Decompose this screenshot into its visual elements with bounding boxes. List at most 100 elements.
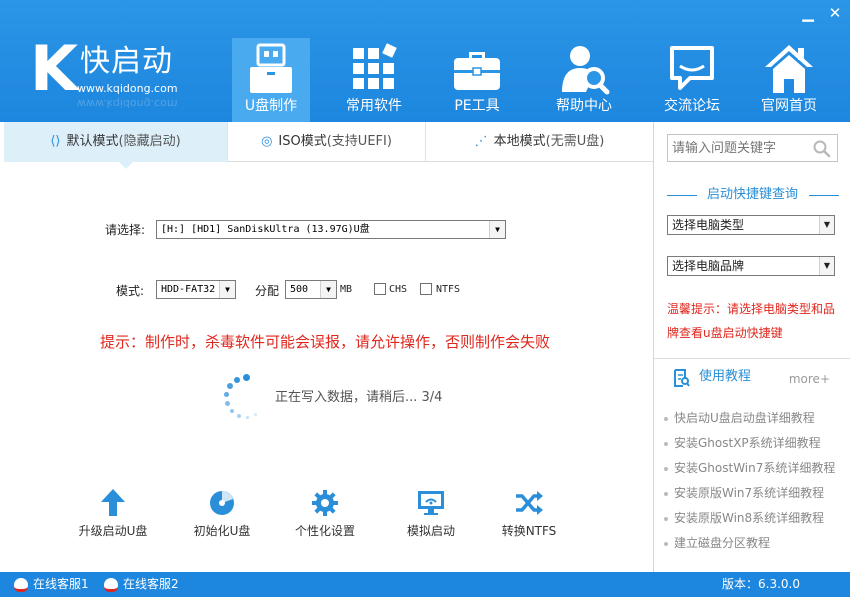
home-icon: [765, 45, 813, 93]
simulate-boot-button[interactable]: 模拟启动: [381, 486, 481, 540]
mode-select[interactable]: HDD-FAT32 ▼: [156, 280, 236, 299]
qq-icon: [14, 577, 28, 592]
nav-label: PE工具: [454, 98, 500, 114]
chs-checkbox[interactable]: [374, 283, 386, 295]
nav-label: 帮助中心: [556, 98, 612, 114]
tab-sub: (隐藏启动): [118, 134, 181, 149]
tutorial-list: 快启动U盘启动盘详细教程 安装GhostXP系统详细教程 安装GhostWin7…: [664, 406, 849, 556]
alloc-select-value: 500: [290, 284, 309, 295]
nav-label: 官网首页: [761, 98, 817, 114]
tool-label: 升级启动U盘: [78, 524, 148, 538]
document-search-icon: [674, 369, 690, 387]
upgrade-usb-button[interactable]: 升级启动U盘: [63, 486, 163, 540]
chevron-down-icon: ▼: [489, 221, 505, 238]
progress-text: 正在写入数据，请稍后... 3/4: [275, 390, 443, 405]
search-input[interactable]: [668, 135, 808, 161]
nav-help-center[interactable]: 帮助中心: [545, 38, 623, 122]
upload-arrow-icon: [101, 489, 125, 516]
minimize-button[interactable]: ▁: [797, 3, 819, 23]
tutorial-link[interactable]: 安装原版Win7系统详细教程: [664, 481, 849, 506]
mode-tabs: ⟨⟩ 默认模式(隐藏启动) ◎ ISO模式(支持UEFI) ⋰ 本地模式(无需U盘): [4, 122, 653, 162]
logo-url-reflection: www.kqidong.com: [77, 97, 178, 110]
tutorial-link[interactable]: 安装GhostXP系统详细教程: [664, 431, 849, 456]
monitor-wifi-icon: [418, 491, 444, 515]
tool-label: 个性化设置: [294, 524, 355, 538]
device-select-value: [H:] [HD1] SanDiskUltra (13.97G)U盘: [161, 224, 370, 235]
online-support-1[interactable]: 在线客服1: [14, 572, 89, 597]
shuffle-icon: [516, 491, 543, 515]
version-text: 版本：6.3.0.0: [722, 577, 800, 591]
search-icon[interactable]: [813, 140, 831, 158]
chat-bubble-icon: [670, 46, 714, 90]
active-tab-pointer: [118, 161, 134, 169]
computer-type-value: 选择电脑类型: [672, 218, 745, 232]
qq-icon: [104, 577, 118, 592]
tutorial-link[interactable]: 安装GhostWin7系统详细教程: [664, 456, 849, 481]
tab-label: 默认模式: [66, 134, 119, 149]
tab-local-mode[interactable]: ⋰ 本地模式(无需U盘): [426, 122, 653, 162]
gear-icon: [312, 490, 338, 516]
tab-iso-mode[interactable]: ◎ ISO模式(支持UEFI): [228, 122, 426, 162]
tab-label: 本地模式: [493, 134, 546, 149]
tutorial-link[interactable]: 快启动U盘启动盘详细教程: [664, 406, 849, 431]
nav-common-software[interactable]: 常用软件: [335, 38, 413, 122]
support-label: 在线客服2: [123, 577, 179, 591]
briefcase-icon: [454, 52, 500, 90]
app-logo: K 快启动 www.kqidong.com www.kqidong.com: [30, 32, 190, 111]
ntfs-checkbox[interactable]: [420, 283, 432, 295]
mode-select-value: HDD-FAT32: [161, 284, 216, 295]
status-bar: 在线客服1 在线客服2 版本：6.3.0.0: [0, 572, 850, 597]
ntfs-label: NTFS: [436, 284, 461, 295]
disc-icon: ◎: [261, 134, 273, 149]
divider: [809, 195, 839, 196]
chevron-down-icon: ▼: [819, 216, 834, 234]
search-box: [667, 134, 838, 162]
divider: [654, 358, 850, 359]
support-label: 在线客服1: [33, 577, 89, 591]
pie-disc-icon: [210, 491, 234, 515]
logo-letter: K: [30, 32, 79, 105]
tool-label: 转换NTFS: [501, 524, 557, 538]
alloc-unit: MB: [340, 284, 353, 295]
tool-label: 模拟启动: [406, 524, 455, 538]
convert-ntfs-button[interactable]: 转换NTFS: [479, 486, 579, 540]
tutorial-link[interactable]: 安装原版Win8系统详细教程: [664, 506, 849, 531]
computer-brand-select[interactable]: 选择电脑品牌 ▼: [667, 256, 835, 276]
init-usb-button[interactable]: 初始化U盘: [172, 486, 272, 540]
computer-type-select[interactable]: 选择电脑类型 ▼: [667, 215, 835, 235]
more-link[interactable]: more+: [789, 372, 830, 386]
nav-usb-make[interactable]: U盘制作: [232, 38, 310, 122]
personalize-button[interactable]: 个性化设置: [275, 486, 375, 540]
nav-label: 交流论坛: [664, 98, 720, 114]
logo-name: 快启动: [80, 44, 173, 79]
tool-label: 初始化U盘: [193, 524, 251, 538]
nav-home[interactable]: 官网首页: [750, 38, 828, 122]
mode-label: 模式:: [116, 284, 145, 298]
online-support-2[interactable]: 在线客服2: [104, 572, 179, 597]
chevron-down-icon: ▼: [819, 257, 834, 275]
usb-drive-icon: [250, 43, 292, 93]
device-select[interactable]: [H:] [HD1] SanDiskUltra (13.97G)U盘 ▼: [156, 220, 506, 239]
chevron-down-icon: ▼: [320, 281, 336, 298]
alloc-select[interactable]: 500 ▼: [285, 280, 337, 299]
tab-label: ISO模式: [278, 134, 327, 149]
chevron-down-icon: ▼: [219, 281, 235, 298]
warning-text: 提示：制作时，杀毒软件可能会误报，请允许操作，否则制作会失败: [100, 333, 551, 351]
loading-spinner-icon: [222, 374, 266, 420]
tab-default-mode[interactable]: ⟨⟩ 默认模式(隐藏启动): [4, 122, 228, 162]
nav-pe-tools[interactable]: PE工具: [438, 38, 516, 122]
alloc-label: 分配: [255, 284, 280, 298]
share-icon: ⟨⟩: [50, 134, 61, 149]
computer-brand-value: 选择电脑品牌: [672, 259, 745, 273]
sidebar: 启动快捷键查询 选择电脑类型 ▼ 选择电脑品牌 ▼ 温馨提示：请选择电脑类型和品…: [653, 122, 850, 572]
nav-label: 常用软件: [346, 98, 402, 114]
apps-grid-icon: [353, 43, 397, 89]
shortcut-tip: 温馨提示：请选择电脑类型和品牌查看u盘启动快捷键: [667, 302, 836, 340]
nav-forum[interactable]: 交流论坛: [653, 38, 731, 122]
nav-label: U盘制作: [244, 98, 298, 114]
close-button[interactable]: ✕: [824, 3, 846, 23]
tab-sub: (支持UEFI): [326, 134, 392, 149]
guide-title: 使用教程: [699, 369, 752, 384]
tutorial-link[interactable]: 建立磁盘分区教程: [664, 531, 849, 556]
logo-url: www.kqidong.com: [77, 82, 178, 95]
